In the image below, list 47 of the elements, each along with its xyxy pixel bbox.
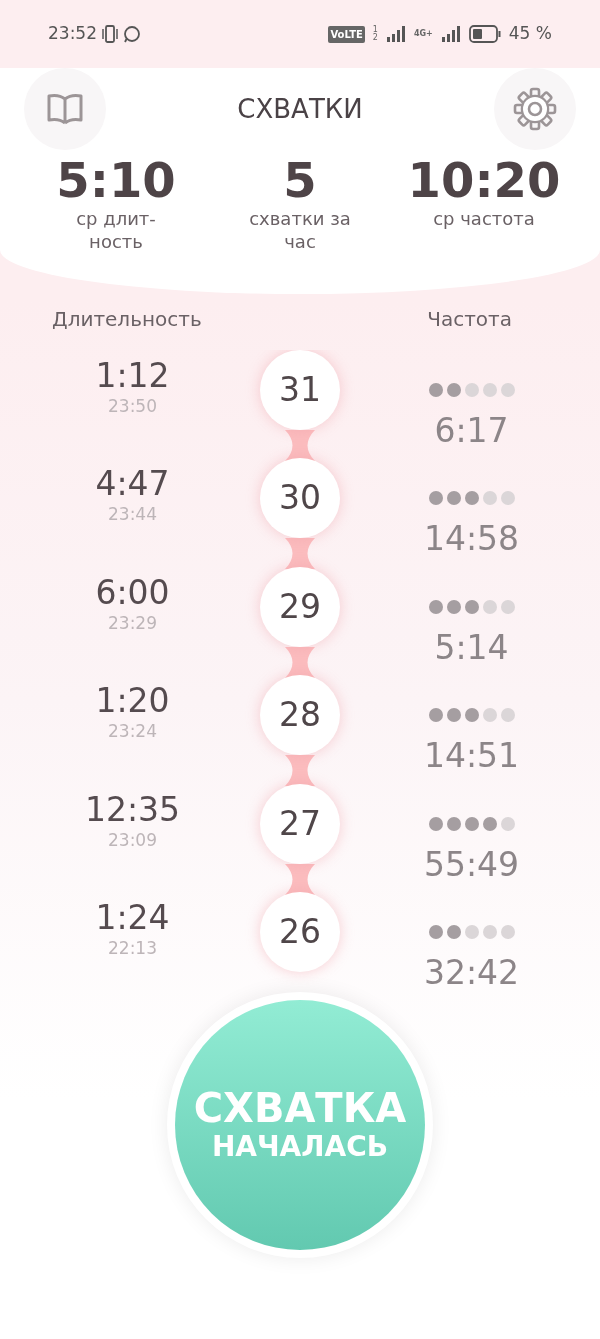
column-heading: Частота — [427, 305, 512, 333]
start-time: 23:24 — [108, 720, 157, 744]
stat-value: 5 — [283, 154, 317, 207]
start-time: 23:29 — [108, 611, 157, 635]
start-time: 23:09 — [108, 828, 157, 852]
duration-value: 6:00 — [95, 574, 170, 611]
settings-icon — [513, 87, 557, 131]
chat-bubble-icon — [123, 25, 141, 43]
start-time: 23:50 — [108, 394, 157, 418]
screen-title: СХВАТКИ — [237, 92, 363, 126]
contraction-number: 29 — [260, 566, 340, 647]
duration-value: 1:20 — [95, 683, 170, 720]
contraction-number: 30 — [260, 458, 340, 539]
frequency-value: 14:58 — [423, 521, 520, 558]
sim-label: 2 — [372, 34, 378, 42]
stat-value: 5:10 — [56, 154, 176, 207]
duration-value: 1:12 — [95, 357, 170, 394]
frequency-value: 32:42 — [423, 955, 520, 992]
start-time: 22:13 — [108, 937, 157, 961]
vibrate-icon — [101, 24, 119, 44]
frequency-value: 5:14 — [434, 629, 509, 666]
clock-time: 23:52 — [48, 22, 97, 46]
frequency-value: 6:17 — [434, 412, 509, 449]
frequency-value: 14:51 — [423, 738, 520, 775]
duration-value: 4:47 — [95, 466, 170, 503]
contraction-number: 31 — [260, 349, 340, 430]
battery-percent: 45 % — [508, 22, 552, 46]
sim-label: 1 — [372, 26, 378, 34]
network-label: 4G+ — [413, 30, 433, 38]
volte-badge: VoLTE — [328, 25, 365, 43]
stat-label: ср длит-ность — [75, 206, 157, 254]
contraction-number: 28 — [260, 675, 340, 756]
duration-value: 1:24 — [95, 900, 170, 937]
contraction-start-button[interactable]: СХВАТКА НАЧАЛАСЬ — [175, 999, 425, 1250]
book-icon — [46, 92, 84, 126]
signal-icon — [440, 26, 461, 42]
stat-label: схватки за час — [248, 206, 352, 254]
contraction-number: 27 — [260, 783, 340, 864]
contraction-number: 26 — [260, 892, 340, 973]
duration-value: 12:35 — [84, 791, 181, 828]
start-time: 23:44 — [108, 503, 157, 527]
stat-label: ср частота — [433, 206, 535, 231]
stat-value: 10:20 — [407, 154, 561, 207]
battery-icon — [468, 25, 501, 43]
frequency-value: 55:49 — [423, 846, 520, 883]
signal-icon — [385, 26, 406, 42]
column-heading: Длительность — [52, 305, 202, 333]
